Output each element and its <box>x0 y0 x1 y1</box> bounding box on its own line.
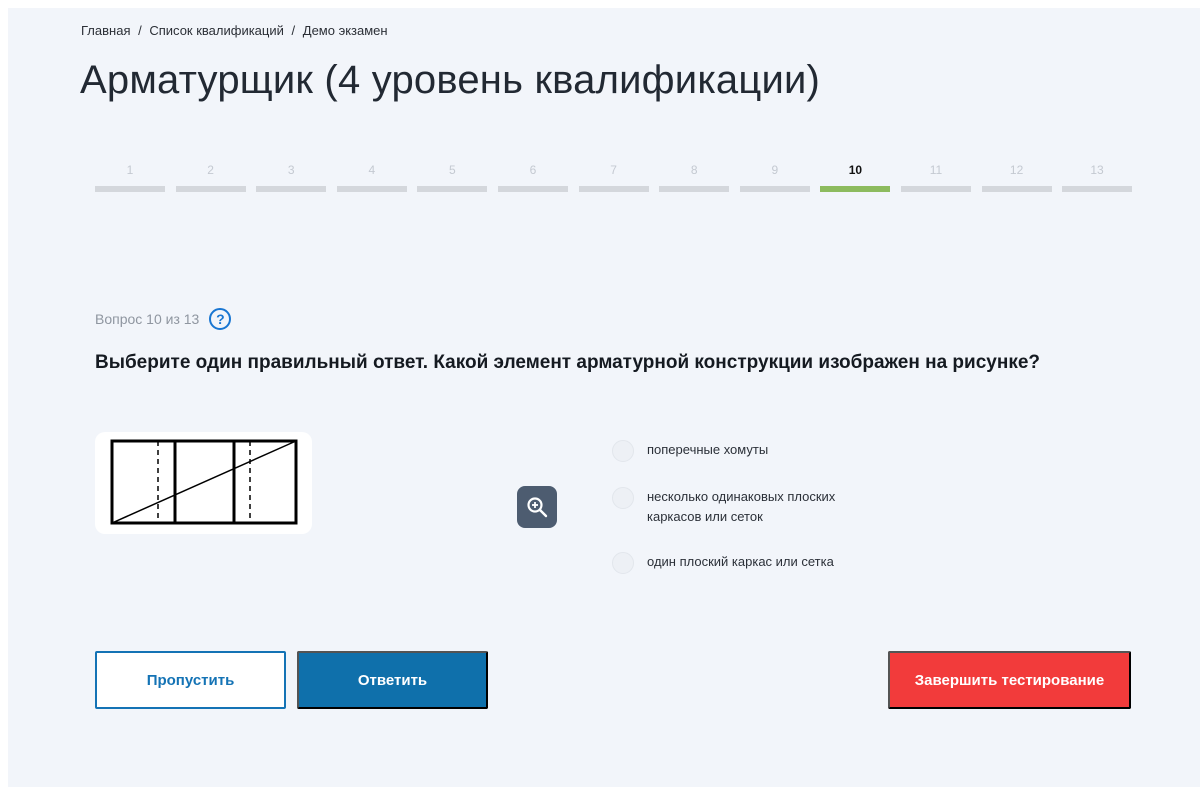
step-number: 2 <box>207 163 214 177</box>
step-bar <box>175 186 246 192</box>
step-number: 13 <box>1090 163 1104 177</box>
step-bar <box>256 186 327 192</box>
step-number: 5 <box>449 163 456 177</box>
step-bar <box>981 186 1052 192</box>
answer-option[interactable]: поперечные хомуты <box>612 440 768 462</box>
progress-step-1[interactable]: 1 <box>95 160 165 192</box>
answer-option[interactable]: несколько одинаковых плоских каркасов ил… <box>612 487 892 527</box>
zoom-in-icon <box>527 497 548 518</box>
reinforcement-drawing <box>110 439 298 525</box>
breadcrumb-home[interactable]: Главная <box>81 23 130 38</box>
step-bar <box>1062 186 1132 192</box>
step-bar <box>498 186 568 192</box>
step-number: 7 <box>610 163 617 177</box>
zoom-in-button[interactable] <box>517 486 557 528</box>
progress-step-5[interactable]: 5 <box>417 160 488 192</box>
breadcrumb-qualifications[interactable]: Список квалификаций <box>149 23 284 38</box>
step-bar <box>95 186 165 192</box>
question-progress: 1 2 3 4 5 6 7 8 9 10 11 12 13 <box>95 160 1132 192</box>
question-text: Выберите один правильный ответ. Какой эл… <box>95 352 1040 373</box>
step-bar <box>659 186 730 192</box>
radio-button[interactable] <box>612 552 634 574</box>
breadcrumb: Главная / Список квалификаций / Демо экз… <box>81 23 392 38</box>
step-number: 11 <box>929 163 943 177</box>
question-counter-row: Вопрос 10 из 13 ? <box>95 308 232 330</box>
answer-option-label: поперечные хомуты <box>647 442 769 457</box>
step-number: 12 <box>1009 163 1024 177</box>
progress-step-12[interactable]: 12 <box>981 160 1052 192</box>
step-bar <box>417 186 488 192</box>
progress-step-4[interactable]: 4 <box>336 160 407 192</box>
step-bar-active <box>820 186 891 192</box>
progress-step-11[interactable]: 11 <box>901 160 971 192</box>
answer-option[interactable]: один плоский каркас или сетка <box>612 552 834 574</box>
radio-button[interactable] <box>612 440 634 462</box>
breadcrumb-separator: / <box>138 23 142 38</box>
step-bar <box>901 186 971 192</box>
finish-test-button[interactable]: Завершить тестирование <box>888 651 1131 709</box>
step-bar <box>578 186 649 192</box>
answer-option-label: один плоский каркас или сетка <box>647 554 834 569</box>
progress-step-8[interactable]: 8 <box>659 160 730 192</box>
progress-step-6[interactable]: 6 <box>498 160 568 192</box>
step-number: 4 <box>368 163 376 177</box>
answer-button[interactable]: Ответить <box>297 651 488 709</box>
progress-step-9[interactable]: 9 <box>739 160 810 192</box>
step-number: 3 <box>287 163 295 177</box>
progress-step-3[interactable]: 3 <box>256 160 327 192</box>
progress-step-2[interactable]: 2 <box>175 160 246 192</box>
step-bar <box>739 186 810 192</box>
question-image[interactable] <box>95 432 312 534</box>
page-title: Арматурщик (4 уровень квалификации) <box>80 58 821 102</box>
question-counter: Вопрос 10 из 13 <box>95 311 200 327</box>
breadcrumb-demo-exam: Демо экзамен <box>302 23 388 38</box>
step-bar <box>336 186 407 192</box>
progress-step-13[interactable]: 13 <box>1062 160 1132 192</box>
step-number: 9 <box>771 163 779 177</box>
step-number: 10 <box>848 163 863 177</box>
skip-button[interactable]: Пропустить <box>95 651 286 709</box>
progress-step-7[interactable]: 7 <box>578 160 649 192</box>
progress-step-10[interactable]: 10 <box>820 160 891 192</box>
step-number: 8 <box>690 163 698 177</box>
answer-option-label: несколько одинаковых плоских каркасов ил… <box>647 489 836 524</box>
step-number: 6 <box>529 163 537 177</box>
radio-button[interactable] <box>612 487 634 509</box>
breadcrumb-separator: / <box>291 23 296 38</box>
step-number: 1 <box>126 163 134 177</box>
question-circle-icon[interactable]: ? <box>209 308 232 330</box>
